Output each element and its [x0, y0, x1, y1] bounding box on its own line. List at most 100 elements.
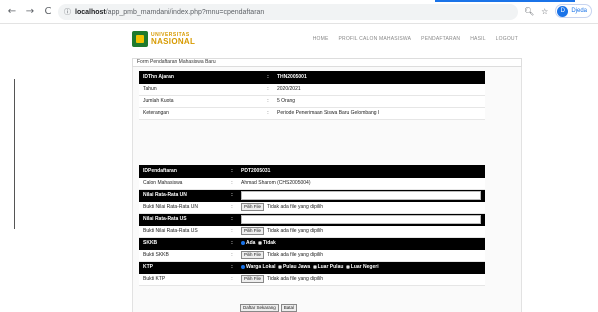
reload-icon[interactable]: C [42, 6, 54, 18]
back-icon[interactable]: ← [6, 6, 18, 18]
nav-home[interactable]: HOME [313, 36, 329, 42]
logo-main-text: NASIONAL [151, 36, 196, 46]
bukti-ktp-label: Bukti KTP [139, 273, 227, 286]
calon-label: Calon Mahasiswa [139, 177, 227, 190]
separator: : [227, 225, 237, 238]
page-content: UNIVERSITAS NASIONAL HOME PROFIL CALON M… [0, 24, 598, 312]
kuota-label: Jumlah Kuota [139, 95, 263, 108]
separator: : [227, 189, 237, 202]
main-nav: HOME PROFIL CALON MAHASISWA PENDAFTARAN … [313, 36, 518, 42]
ktp-luar-pulau-label: Luar Pulau [317, 264, 344, 270]
nilai-us-input[interactable] [241, 214, 481, 224]
pendaftaran-table: IDPendaftaran : PDT2005031 Calon Mahasis… [139, 165, 485, 286]
skkb-ada-radio[interactable] [241, 240, 245, 245]
calon-value: Ahmad Sharom (CHS2005004) [237, 177, 485, 190]
profile-button[interactable]: D Djeda [555, 4, 592, 18]
form-panel: IDThn Ajaran : THN2005001 Tahun : 2020/2… [132, 67, 522, 312]
zoom-icon[interactable]: 🔍︎ [524, 7, 534, 16]
left-divider [14, 79, 15, 229]
separator: : [263, 71, 273, 84]
id-pendaftaran-label: IDPendaftaran [139, 165, 227, 178]
site-logo[interactable]: UNIVERSITAS NASIONAL [132, 31, 195, 47]
table-row: KTP : Warga Lokal Pulau Jawa Luar Pulau … [139, 261, 485, 274]
separator: : [227, 249, 237, 262]
separator: : [227, 273, 237, 286]
ktp-jawa-radio[interactable] [277, 264, 282, 269]
site-info-icon[interactable]: ⓘ [64, 7, 71, 17]
nilai-un-input[interactable] [241, 190, 481, 200]
nilai-us-label: Nilai Rata-Rata US [139, 213, 227, 226]
ktp-jawa-label: Pulau Jawa [282, 264, 311, 270]
nav-logout[interactable]: LOGOUT [496, 36, 518, 42]
table-row: Nilai Rata-Rata UN : [139, 189, 485, 202]
skkb-tidak-radio[interactable] [257, 240, 262, 245]
ktp-label: KTP [139, 261, 227, 274]
bukti-us-label: Bukti Nilai Rata-Rata US [139, 225, 227, 238]
bukti-un-file-button[interactable]: Pilih File [241, 203, 265, 211]
skkb-ada-label: Ada [246, 240, 256, 246]
ktp-luar-negeri-radio[interactable] [345, 264, 350, 269]
table-row: Bukti SKKB : Pilih File Tidak ada file ya… [139, 249, 485, 262]
bookmark-star-icon[interactable]: ☆ [541, 7, 548, 16]
table-row: Bukti KTP : Pilih File Tidak ada file yan… [139, 273, 485, 286]
url-host: localhost [75, 8, 106, 16]
id-thn-ajaran-value: THN2005001 [273, 71, 485, 84]
table-row: Tahun : 2020/2021 [139, 83, 485, 96]
address-bar[interactable]: ⓘ localhost /app_pmb_mamdani/index.php?m… [58, 4, 518, 20]
separator: : [227, 177, 237, 190]
table-row: SKKB : Ada Tidak [139, 237, 485, 250]
ktp-luar-negeri-label: Luar Negeri [350, 264, 379, 270]
avatar: D [557, 5, 569, 17]
id-thn-ajaran-label: IDThn Ajaran [139, 71, 263, 84]
separator: : [227, 165, 237, 178]
keterangan-label: Keterangan [139, 107, 263, 120]
browser-toolbar: ← → C ⓘ localhost /app_pmb_mamdani/index… [0, 0, 598, 24]
separator: : [227, 213, 237, 226]
file-status: Tidak ada file yang dipilih [267, 252, 323, 258]
tahun-value: 2020/2021 [273, 83, 485, 96]
table-row: IDThn Ajaran : THN2005001 [139, 71, 485, 84]
separator: : [227, 237, 237, 250]
nav-profil[interactable]: PROFIL CALON MAHASISWA [339, 36, 412, 42]
separator: : [263, 107, 273, 120]
table-row: Nilai Rata-Rata US : [139, 213, 485, 226]
nilai-un-label: Nilai Rata-Rata UN [139, 189, 227, 202]
logo-emblem-icon [132, 31, 148, 47]
bukti-skkb-label: Bukti SKKB [139, 249, 227, 262]
bukti-us-file-button[interactable]: Pilih File [241, 227, 265, 235]
bukti-ktp-file-button[interactable]: Pilih File [241, 275, 265, 283]
table-row: Bukti Nilai Rata-Rata UN : Pilih File Tid… [139, 201, 485, 214]
file-status: Tidak ada file yang dipilih [267, 204, 323, 210]
table-row: Calon Mahasiswa : Ahmad Sharom (CHS20050… [139, 177, 485, 190]
ktp-lokal-radio[interactable] [241, 264, 245, 269]
nav-pendaftaran[interactable]: PENDAFTARAN [421, 36, 460, 42]
skkb-label: SKKB [139, 237, 227, 250]
cancel-button[interactable]: Batal [280, 304, 298, 312]
site-header: UNIVERSITAS NASIONAL HOME PROFIL CALON M… [132, 28, 518, 50]
tahun-ajaran-table: IDThn Ajaran : THN2005001 Tahun : 2020/2… [139, 71, 485, 120]
separator: : [227, 201, 237, 214]
kuota-value: 5 Orang [273, 95, 485, 108]
ktp-luar-pulau-radio[interactable] [312, 264, 317, 269]
file-status: Tidak ada file yang dipilih [267, 276, 323, 282]
separator: : [263, 95, 273, 108]
bukti-skkb-file-button[interactable]: Pilih File [241, 251, 265, 259]
form-title: Form Pendaftaran Mahasiswa Baru [132, 58, 522, 67]
separator: : [263, 83, 273, 96]
ktp-lokal-label: Warga Lokal [246, 264, 276, 270]
keterangan-value: Periode Penerimaan Siswa Baru Gelombang … [273, 107, 485, 120]
skkb-tidak-label: Tidak [262, 240, 276, 246]
submit-button[interactable]: Daftar Sekarang [240, 304, 279, 312]
bukti-un-label: Bukti Nilai Rata-Rata UN [139, 201, 227, 214]
form-actions: Daftar Sekarang Batal [240, 304, 298, 312]
table-row: Keterangan : Periode Penerimaan Siswa Ba… [139, 107, 485, 120]
file-status: Tidak ada file yang dipilih [267, 228, 323, 234]
nav-hasil[interactable]: HASIL [470, 36, 485, 42]
separator: : [227, 261, 237, 274]
table-row: Bukti Nilai Rata-Rata US : Pilih File Tid… [139, 225, 485, 238]
active-tab-indicator [435, 0, 575, 2]
forward-icon[interactable]: → [24, 6, 36, 18]
url-path: /app_pmb_mamdani/index.php?mnu=cpendafta… [105, 8, 265, 16]
tahun-label: Tahun [139, 83, 263, 96]
id-pendaftaran-value: PDT2005031 [237, 165, 485, 178]
